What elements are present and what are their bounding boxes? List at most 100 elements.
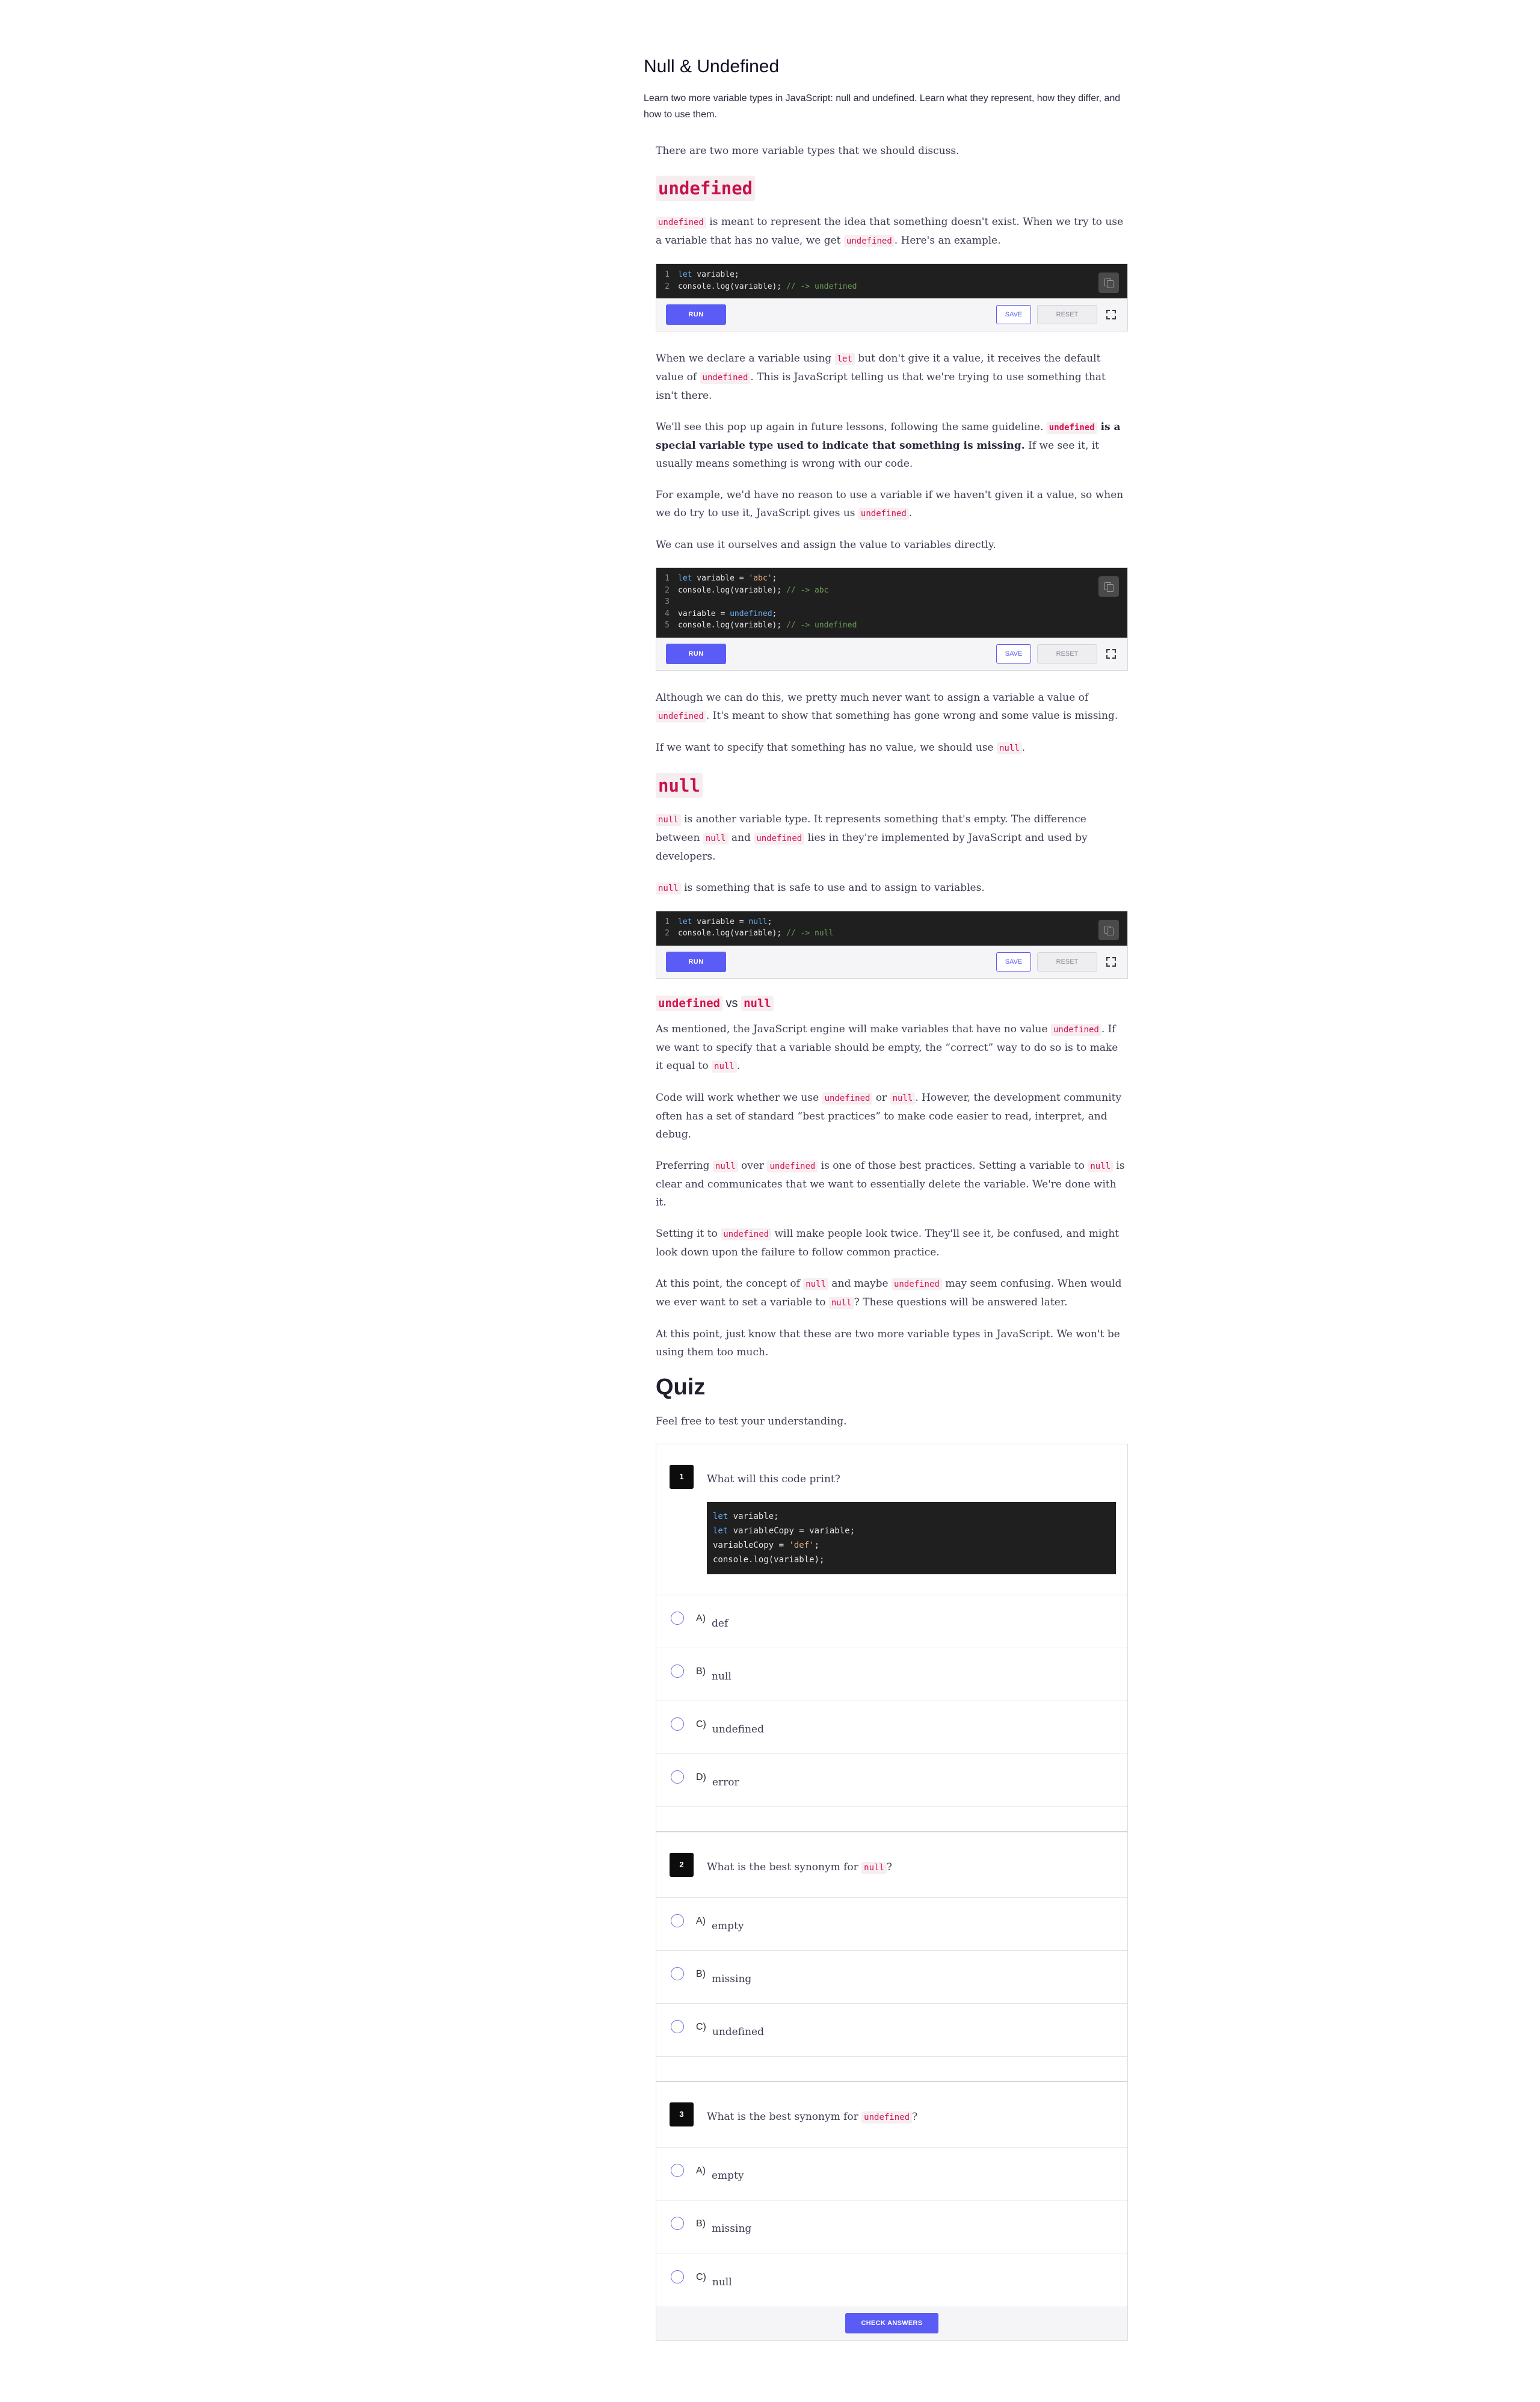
- inline-code: null: [712, 1160, 738, 1172]
- check-answers-button[interactable]: CHECK ANSWERS: [845, 2312, 938, 2333]
- vs-paragraph-6: At this point, just know that these are …: [656, 1328, 1120, 1358]
- radio-icon[interactable]: [671, 2270, 684, 2283]
- inline-code: undefined: [1046, 422, 1097, 434]
- lesson-content: There are two more variable types that w…: [656, 142, 1128, 2341]
- inline-code: null: [996, 742, 1022, 754]
- inline-code: undefined: [822, 1092, 873, 1104]
- answer-option[interactable]: B) missing: [656, 2200, 1127, 2253]
- inline-code: null: [803, 1278, 828, 1290]
- paragraph-6: Although we can do this, we pretty much …: [656, 691, 1118, 722]
- radio-icon[interactable]: [671, 1967, 684, 1980]
- code-line: 1 let variable;: [665, 270, 739, 279]
- code-area[interactable]: 1 let variable = 'abc'; 2 console.log(vari…: [656, 568, 1127, 638]
- copy-icon[interactable]: [1098, 273, 1119, 293]
- answer-option[interactable]: C) undefined: [656, 1701, 1127, 1754]
- vs-paragraph-2: Code will work whether we use undefined …: [656, 1091, 1122, 1141]
- reset-button[interactable]: RESET: [1037, 305, 1097, 324]
- null-paragraph-1: null is another variable type. It repres…: [656, 813, 1088, 863]
- inline-code: undefined: [858, 508, 909, 520]
- expand-icon[interactable]: [1104, 955, 1118, 968]
- code-line: 3: [665, 597, 670, 606]
- page-title: Null & Undefined: [644, 57, 780, 76]
- null-paragraph-2: null is something that is safe to use an…: [656, 879, 1128, 898]
- question-text: What is the best synonym for undefined?: [707, 2110, 918, 2123]
- question-1: 1 What will this code print? let variabl…: [656, 1444, 1127, 1832]
- intro-paragraph: There are two more variable types that w…: [656, 145, 959, 157]
- undefined-paragraph-1: undefined is meant to represent the idea…: [656, 216, 1124, 247]
- paragraph-5: We can use it ourselves and assign the v…: [656, 539, 996, 551]
- answer-option[interactable]: A) empty: [656, 1898, 1127, 1951]
- answer-option[interactable]: B) missing: [656, 1951, 1127, 2004]
- inline-code: undefined: [656, 217, 706, 229]
- heading-undefined: undefined: [656, 176, 756, 201]
- answer-option[interactable]: B) null: [656, 1648, 1127, 1701]
- copy-icon[interactable]: [1098, 919, 1119, 940]
- page-subtitle: Learn two more variable types in JavaScr…: [644, 93, 1121, 120]
- inline-code: undefined: [700, 372, 751, 384]
- paragraph-2: When we declare a variable using let but…: [656, 353, 1106, 402]
- expand-icon[interactable]: [1104, 308, 1118, 321]
- code-area[interactable]: 1 let variable = null; 2 console.log(varia…: [656, 911, 1127, 946]
- question-header: 2 What is the best synonym for null?: [656, 1832, 1127, 1898]
- question-number: 3: [670, 2102, 694, 2126]
- copy-icon[interactable]: [1098, 576, 1119, 597]
- question-header: 3 What is the best synonym for undefined…: [656, 2082, 1127, 2148]
- quiz-footer: CHECK ANSWERS: [656, 2306, 1127, 2340]
- reset-button[interactable]: RESET: [1037, 952, 1097, 972]
- vs-paragraph-4: Setting it to undefined will make people…: [656, 1227, 1120, 1258]
- answer-option[interactable]: C) undefined: [656, 2004, 1127, 2057]
- lesson-page: Null & Undefined Learn two more variable…: [0, 0, 1540, 2402]
- radio-icon[interactable]: [671, 2217, 684, 2230]
- run-button[interactable]: RUN: [666, 304, 726, 325]
- inline-code: undefined: [843, 235, 895, 247]
- editor-toolbar: RUN SAVE RESET: [656, 945, 1127, 978]
- code-line: 2 console.log(variable); // -> abc: [665, 585, 829, 595]
- code-line: 4 variable = undefined;: [665, 609, 777, 618]
- radio-icon[interactable]: [671, 1914, 684, 1927]
- inline-code: null: [656, 882, 681, 895]
- vs-paragraph-3: Preferring null over undefined is one of…: [656, 1159, 1125, 1209]
- inline-code: null: [656, 813, 681, 826]
- radio-icon[interactable]: [671, 1664, 684, 1678]
- question-number: 2: [670, 1852, 694, 1877]
- inline-code: undefined: [721, 1228, 772, 1240]
- code-editor-3: 1 let variable = null; 2 console.log(varia…: [656, 910, 1128, 979]
- answer-option[interactable]: A) empty: [656, 2148, 1127, 2200]
- save-button[interactable]: SAVE: [996, 952, 1031, 972]
- inline-code: undefined: [656, 710, 706, 722]
- code-area[interactable]: 1 let variable; 2 console.log(variable); /…: [656, 264, 1127, 298]
- code-editor-2: 1 let variable = 'abc'; 2 console.log(vari…: [656, 567, 1128, 671]
- inline-code: undefined: [891, 1278, 942, 1290]
- radio-icon[interactable]: [671, 2164, 684, 2177]
- run-button[interactable]: RUN: [666, 643, 726, 664]
- code-line: 2 console.log(variable); // -> undefined: [665, 282, 857, 291]
- save-button[interactable]: SAVE: [996, 305, 1031, 324]
- code-line: 5 console.log(variable); // -> undefined: [665, 621, 857, 630]
- answer-option[interactable]: C) null: [656, 2253, 1127, 2306]
- inline-code: let: [834, 353, 855, 365]
- answer-option[interactable]: A) def: [656, 1595, 1127, 1648]
- expand-icon[interactable]: [1104, 647, 1118, 661]
- inline-code: undefined: [1050, 1023, 1101, 1036]
- paragraph-7: If we want to specify that something has…: [656, 741, 1026, 754]
- save-button[interactable]: SAVE: [996, 644, 1031, 664]
- run-button[interactable]: RUN: [666, 951, 726, 972]
- question-header: 1 What will this code print? let variabl…: [656, 1444, 1127, 1595]
- radio-icon[interactable]: [671, 1717, 684, 1731]
- editor-toolbar: RUN SAVE RESET: [656, 637, 1127, 670]
- question-text: What will this code print?: [707, 1473, 840, 1485]
- inline-code: null: [890, 1092, 916, 1104]
- answer-option[interactable]: D) error: [656, 1754, 1127, 1807]
- radio-icon[interactable]: [671, 1612, 684, 1625]
- reset-button[interactable]: RESET: [1037, 644, 1097, 664]
- inline-code: undefined: [767, 1160, 818, 1172]
- vs-paragraph-1: As mentioned, the JavaScript engine will…: [656, 1023, 1118, 1073]
- heading-null: null: [656, 772, 703, 798]
- radio-icon[interactable]: [671, 1770, 684, 1784]
- inline-code: null: [712, 1060, 737, 1073]
- paragraph-4: For example, we'd have no reason to use …: [656, 489, 1124, 520]
- question-3: 3 What is the best synonym for undefined…: [656, 2082, 1127, 2306]
- vs-paragraph-5: At this point, the concept of null and m…: [656, 1277, 1122, 1309]
- code-editor-1: 1 let variable; 2 console.log(variable); /…: [656, 263, 1128, 331]
- radio-icon[interactable]: [671, 2020, 684, 2033]
